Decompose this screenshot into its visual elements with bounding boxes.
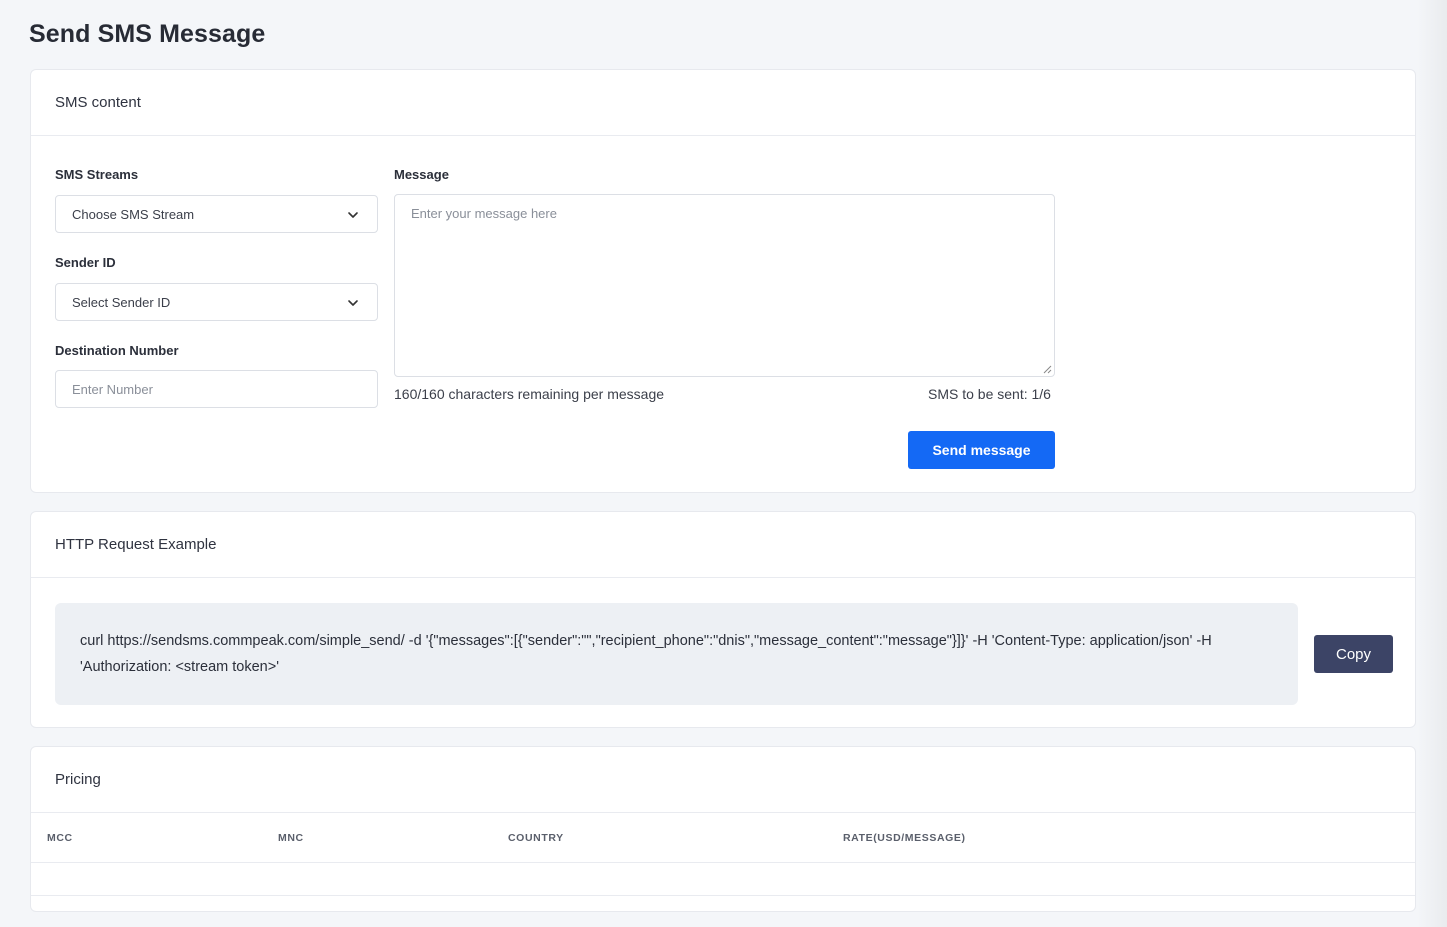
page-edge-shade <box>1417 0 1447 927</box>
card-header: Pricing <box>31 747 1415 813</box>
resize-grip-icon[interactable] <box>1043 365 1052 374</box>
column-country[interactable]: COUNTRY <box>508 832 564 844</box>
page-title: Send SMS Message <box>29 20 266 48</box>
sms-content-card: SMS content SMS Streams Choose SMS Strea… <box>30 69 1416 493</box>
send-message-button[interactable]: Send message <box>908 431 1055 469</box>
message-textarea[interactable]: Enter your message here <box>394 194 1055 377</box>
column-mnc[interactable]: MNC <box>278 832 304 844</box>
sender-id-label: Sender ID <box>55 255 116 270</box>
column-mcc[interactable]: MCC <box>47 832 73 844</box>
card-header: SMS content <box>31 70 1415 136</box>
sms-streams-label: SMS Streams <box>55 167 139 182</box>
pricing-table-header: MCC MNC COUNTRY RATE(USD/MESSAGE) <box>31 813 1415 863</box>
chevron-down-icon <box>348 300 358 306</box>
destination-number-placeholder: Enter Number <box>72 381 153 397</box>
sender-id-select[interactable]: Select Sender ID <box>55 283 378 321</box>
message-placeholder: Enter your message here <box>411 206 557 221</box>
table-row <box>31 863 1415 896</box>
characters-remaining: 160/160 characters remaining per message <box>394 386 665 402</box>
destination-number-input[interactable]: Enter Number <box>55 370 378 408</box>
copy-button[interactable]: Copy <box>1314 635 1393 673</box>
destination-number-label: Destination Number <box>55 343 179 358</box>
column-rate[interactable]: RATE(USD/MESSAGE) <box>843 832 966 844</box>
sms-streams-select[interactable]: Choose SMS Stream <box>55 195 378 233</box>
pricing-card: Pricing MCC MNC COUNTRY RATE(USD/MESSAGE… <box>30 746 1416 912</box>
sms-streams-value: Choose SMS Stream <box>72 206 195 222</box>
message-label: Message <box>394 167 449 182</box>
http-request-card: HTTP Request Example curl https://sendsm… <box>30 511 1416 728</box>
sender-id-value: Select Sender ID <box>72 294 171 310</box>
chevron-down-icon <box>348 212 358 218</box>
sms-count: SMS to be sent: 1/6 <box>928 386 1051 402</box>
card-header: HTTP Request Example <box>31 512 1415 578</box>
curl-code-block: curl https://sendsms.commpeak.com/simple… <box>55 603 1298 705</box>
